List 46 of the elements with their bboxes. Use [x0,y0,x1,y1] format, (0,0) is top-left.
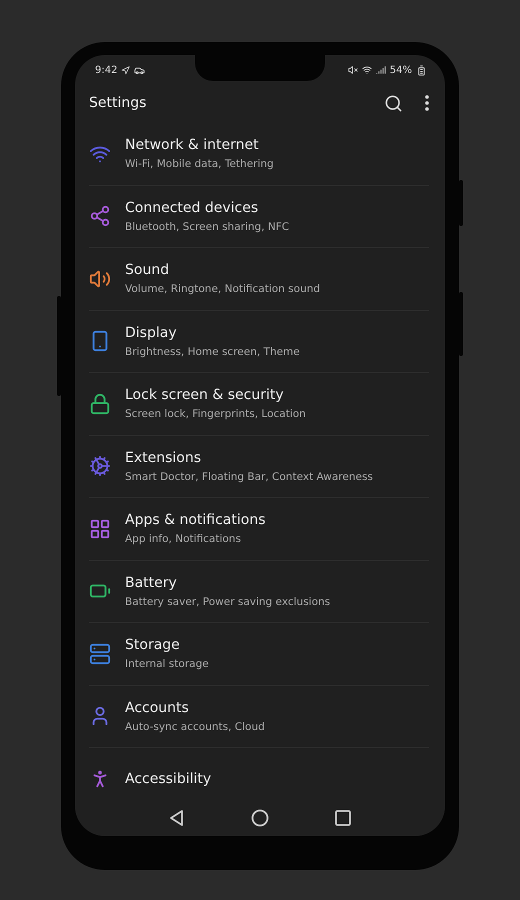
battery-status-icon [416,64,427,76]
screen-title: Settings [89,95,146,111]
item-subtitle: Volume, Ringtone, Notification sound [125,283,320,296]
item-title: Sound [125,262,170,278]
recents-button[interactable] [334,809,352,827]
settings-item[interactable]: Lock screen & security Screen lock, Fingerprints, Location [89,373,429,436]
item-title: Apps & notifications [125,512,266,528]
more-icon [425,95,429,111]
item-title: Lock screen & security [125,387,285,404]
settings-item[interactable]: Accounts Auto-sync accounts, Cloud [89,686,429,748]
item-title: Network & internet [125,137,260,154]
item-title: Connected devices [125,200,260,216]
more-button[interactable] [425,95,429,111]
item-subtitle: Smart Doctor, Floating Bar, Context Awareness [125,470,373,483]
item-subtitle: Brightness, Home screen, Theme [125,346,300,358]
item-subtitle: Screen lock, Fingerprints, Location [125,408,306,420]
navigation-icon [121,66,130,74]
settings-item[interactable]: Network & internet Wi-Fi, Mobile data, Tethering [89,123,429,186]
item-subtitle: Internal storage [125,658,209,670]
item-title: Extensions [125,450,202,466]
search-button[interactable] [384,94,403,112]
wifi-status-icon [362,65,372,75]
item-title: Accessibility [125,770,212,787]
item-subtitle: Wi-Fi, Mobile data, Tethering [125,158,274,170]
item-subtitle: Battery saver, Power saving exclusions [125,596,330,608]
home-button[interactable] [250,809,269,827]
item-title: Display [125,324,178,341]
settings-item[interactable]: Battery Battery saver, Power saving exclusions [89,560,429,623]
battery-percent: 54% [390,64,412,76]
mute-icon [348,65,358,75]
item-title: Battery [125,574,178,591]
settings-item[interactable]: Connected devices Bluetooth, Screen sharing, NFC [89,186,429,248]
status-time: 9:42 [95,64,118,76]
item-subtitle: App info, Notifications [125,533,242,546]
item-subtitle: Auto-sync accounts, Cloud [125,720,265,733]
item-title: Storage [125,637,181,654]
settings-item[interactable]: Apps & notifications App info, Notifications [89,498,429,560]
settings-item[interactable]: Extensions Smart Doctor, Floating Bar, Context Awareness [89,436,429,498]
settings-item[interactable]: Storage Internal storage [89,623,429,686]
back-button[interactable] [168,809,186,827]
settings-item[interactable]: Sound Volume, Ringtone, Notification sound [89,248,429,310]
settings-item[interactable]: Display Brightness, Home screen, Theme [89,310,429,373]
signal-icon [376,65,386,75]
item-subtitle: Bluetooth, Screen sharing, NFC [125,220,290,233]
item-title: Accounts [125,700,190,716]
search-icon [384,94,403,112]
